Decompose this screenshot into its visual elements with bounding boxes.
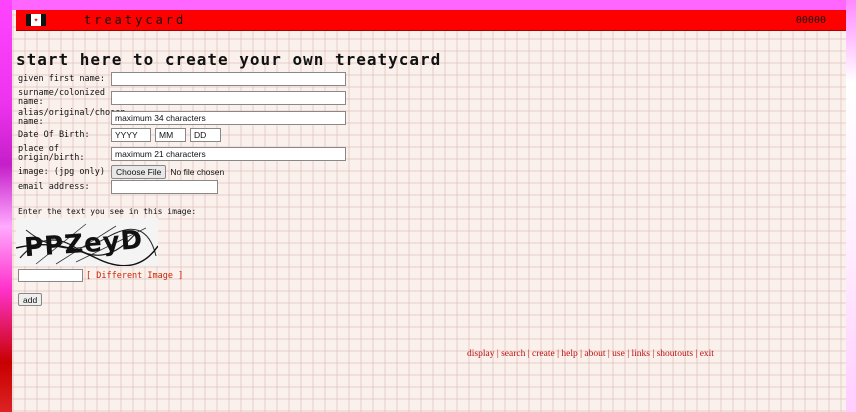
image-label: image: (jpg only) [18, 166, 105, 177]
footer-link-about[interactable]: about [584, 349, 605, 359]
footer-link-display[interactable]: display [467, 349, 494, 359]
right-glitch-strip [846, 0, 856, 412]
origin-label: place of origin/birth: [18, 144, 85, 163]
different-image-link[interactable]: [ Different Image ] [86, 271, 183, 281]
dob-label: Date Of Birth: [18, 129, 90, 140]
dob-row: Date Of Birth: [18, 128, 221, 142]
first-name-row: given first name: [18, 72, 346, 86]
left-glitch-strip [0, 0, 12, 412]
top-glitch-strip [0, 0, 856, 10]
footer-nav: display | search | create | help | about… [467, 349, 714, 359]
footer-link-links[interactable]: links [631, 349, 649, 359]
email-row: email address: [18, 180, 218, 194]
origin-row: place of origin/birth: [18, 145, 346, 163]
choose-file-button[interactable]: Choose File [111, 165, 167, 179]
dob-year-input[interactable] [111, 128, 151, 142]
captcha-input[interactable] [18, 269, 83, 282]
dob-day-input[interactable] [190, 128, 221, 142]
site-name[interactable]: treatycard [84, 13, 186, 27]
canada-flag-icon: ✦ [26, 14, 46, 26]
captcha-image: PPZeyD [16, 218, 158, 266]
alias-input[interactable] [111, 111, 346, 125]
captcha-prompt: Enter the text you see in this image: [18, 207, 197, 216]
email-input[interactable] [111, 180, 218, 194]
first-name-label: given first name: [18, 73, 105, 84]
origin-input[interactable] [111, 147, 346, 161]
surname-label: surname/colonized name: [18, 88, 105, 107]
footer-link-search[interactable]: search [501, 349, 525, 359]
alias-row: alias/original/chosen name: [18, 109, 346, 127]
page-title: start here to create your own treatycard [16, 50, 442, 69]
footer-link-create[interactable]: create [532, 349, 555, 359]
footer-link-exit[interactable]: exit [700, 349, 714, 359]
footer-link-help[interactable]: help [561, 349, 577, 359]
site-header: ✦ treatycard 00000 [16, 10, 846, 31]
dob-month-input[interactable] [155, 128, 186, 142]
surname-input[interactable] [111, 91, 346, 105]
visit-counter: 00000 [795, 14, 826, 26]
email-label: email address: [18, 181, 90, 192]
file-status: No file chosen [170, 167, 225, 177]
footer-link-shoutouts[interactable]: shoutouts [657, 349, 693, 359]
footer-link-use[interactable]: use [612, 349, 625, 359]
surname-row: surname/colonized name: [18, 89, 346, 107]
add-button[interactable]: add [18, 293, 43, 306]
image-row: image: (jpg only) Choose File No file ch… [18, 165, 224, 179]
alias-label: alias/original/chosen name: [18, 108, 126, 127]
first-name-input[interactable] [111, 72, 346, 86]
